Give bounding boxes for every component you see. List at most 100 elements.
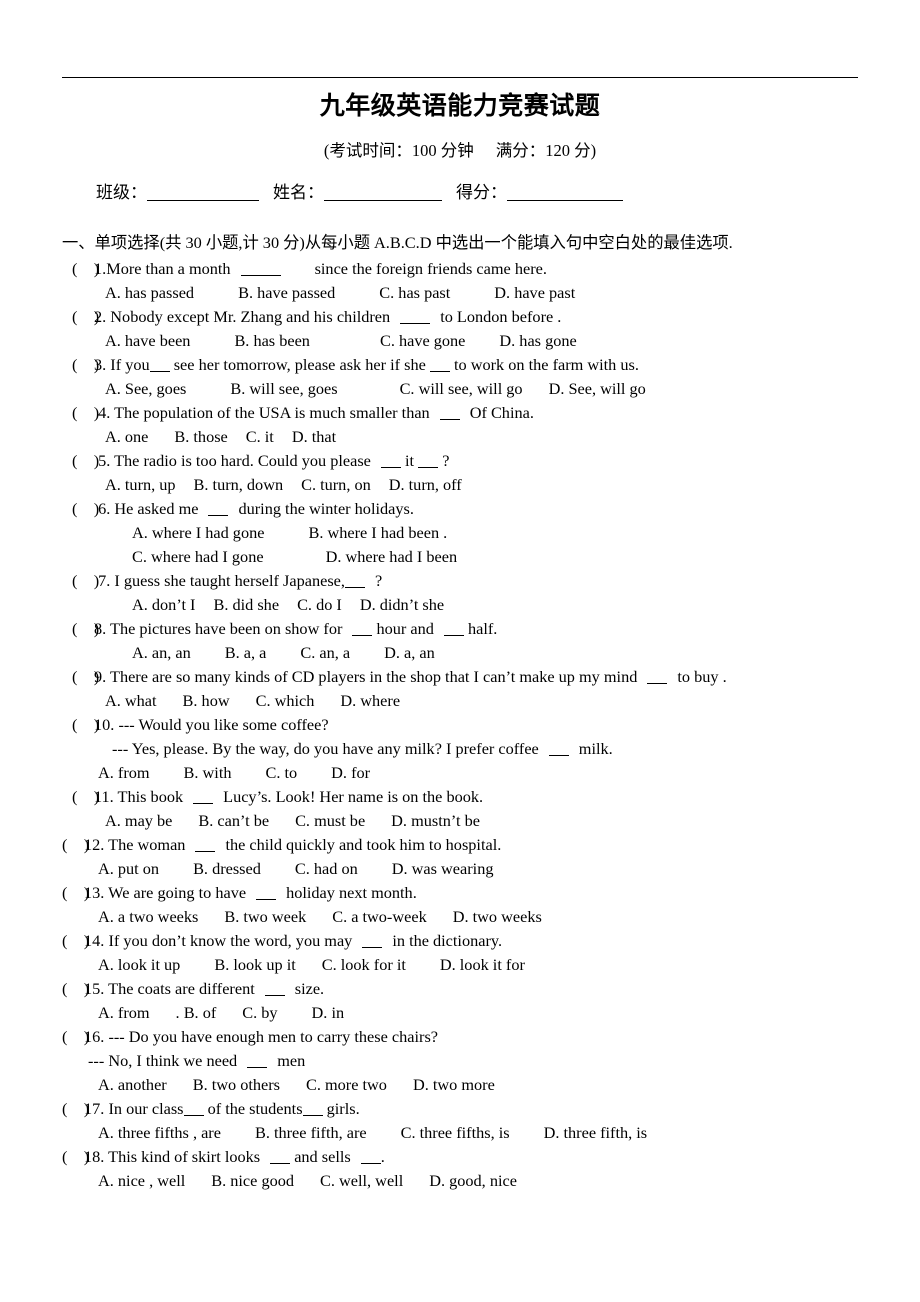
option-a[interactable]: A. may be <box>105 811 172 830</box>
answer-bracket[interactable]: ( ) <box>62 1097 89 1121</box>
option-d[interactable]: D. have past <box>494 283 575 302</box>
class-field-input[interactable] <box>147 184 259 202</box>
option-d[interactable]: D. three fifth, is <box>544 1123 648 1142</box>
option-b[interactable]: B. will see, goes <box>230 379 337 398</box>
option-d[interactable]: D. has gone <box>499 331 576 350</box>
option-a[interactable]: A. has passed <box>105 283 194 302</box>
answer-bracket[interactable]: ( ) <box>62 929 89 953</box>
option-b[interactable]: B. has been <box>234 331 310 350</box>
option-c[interactable]: C. had on <box>295 859 358 878</box>
answer-bracket[interactable]: ( ) <box>72 617 99 641</box>
option-c[interactable]: C. which <box>256 691 315 710</box>
option-a[interactable]: A. from <box>98 763 150 782</box>
option-d[interactable]: D. See, will go <box>549 379 646 398</box>
option-d[interactable]: D. two weeks <box>453 907 542 926</box>
option-b[interactable]: B. those <box>174 427 227 446</box>
answer-bracket[interactable]: ( ) <box>72 569 99 593</box>
option-b[interactable]: B. two others <box>193 1075 280 1094</box>
question-stem: ( )10. --- Would you like some coffee? <box>0 713 920 737</box>
option-d[interactable]: D. that <box>292 427 336 446</box>
option-a[interactable]: A. put on <box>98 859 159 878</box>
option-c[interactable]: C. well, well <box>320 1171 403 1190</box>
answer-bracket[interactable]: ( ) <box>72 713 99 737</box>
option-row: A. a two weeks B. two week C. a two-week D.… <box>0 905 920 929</box>
option-b[interactable]: B. how <box>183 691 230 710</box>
option-c[interactable]: C. must be <box>295 811 365 830</box>
option-b[interactable]: B. two week <box>224 907 306 926</box>
option-b[interactable]: B. did she <box>213 595 279 614</box>
score-field-input[interactable] <box>507 184 623 202</box>
answer-bracket[interactable]: ( ) <box>72 257 99 281</box>
option-c[interactable]: C. do I <box>297 595 342 614</box>
option-c[interactable]: C. it <box>246 427 274 446</box>
option-b[interactable]: B. nice good <box>211 1171 294 1190</box>
answer-bracket[interactable]: ( ) <box>72 401 99 425</box>
option-c[interactable]: C. will see, will go <box>400 379 523 398</box>
option-a[interactable]: A. an, an <box>132 643 191 662</box>
option-b[interactable]: B. with <box>184 763 232 782</box>
answer-bracket[interactable]: ( ) <box>72 449 99 473</box>
option-d[interactable]: D. in <box>312 1003 345 1022</box>
option-b[interactable]: B. turn, down <box>194 475 284 494</box>
name-field-input[interactable] <box>324 184 442 202</box>
option-b[interactable]: B. look up it <box>214 955 295 974</box>
option-b[interactable]: B. three fifth, are <box>255 1123 367 1142</box>
option-c[interactable]: C. has past <box>379 283 450 302</box>
option-a[interactable]: A. nice , well <box>98 1171 185 1190</box>
option-c[interactable]: C. more two <box>306 1075 387 1094</box>
answer-bracket[interactable]: ( ) <box>62 833 89 857</box>
option-a[interactable]: A. look it up <box>98 955 180 974</box>
option-a[interactable]: A. another <box>98 1075 167 1094</box>
option-d[interactable]: D. look it for <box>440 955 525 974</box>
answer-bracket[interactable]: ( ) <box>62 1025 89 1049</box>
option-a[interactable]: A. from <box>98 1003 150 1022</box>
option-d[interactable]: D. a, an <box>384 643 435 662</box>
option-a[interactable]: A. what <box>105 691 157 710</box>
answer-bracket[interactable]: ( ) <box>72 353 99 377</box>
option-d[interactable]: D. where had I been <box>326 547 458 566</box>
option-b[interactable]: . B. of <box>176 1003 217 1022</box>
option-d[interactable]: D. where <box>340 691 400 710</box>
option-a[interactable]: A. where I had gone <box>132 523 264 542</box>
option-c[interactable]: C. three fifths, is <box>401 1123 510 1142</box>
option-a[interactable]: A. three fifths , are <box>98 1123 221 1142</box>
answer-bracket[interactable]: ( ) <box>62 881 89 905</box>
option-c[interactable]: C. look for it <box>322 955 406 974</box>
option-a[interactable]: A. have been <box>105 331 190 350</box>
option-a[interactable]: A. See, goes <box>105 379 186 398</box>
answer-bracket[interactable]: ( ) <box>72 305 99 329</box>
option-d[interactable]: D. turn, off <box>389 475 462 494</box>
option-d[interactable]: D. didn’t she <box>360 595 444 614</box>
option-c[interactable]: C. turn, on <box>301 475 371 494</box>
option-a[interactable]: A. turn, up <box>105 475 176 494</box>
option-d[interactable]: D. mustn’t be <box>391 811 480 830</box>
question-stem: ( )3. If you see her tomorrow, please as… <box>0 353 920 377</box>
option-b[interactable]: B. a, a <box>225 643 267 662</box>
option-b[interactable]: B. where I had been . <box>308 523 447 542</box>
option-a[interactable]: A. a two weeks <box>98 907 198 926</box>
option-c[interactable]: C. to <box>266 763 298 782</box>
option-d[interactable]: D. good, nice <box>429 1171 517 1190</box>
answer-bracket[interactable]: ( ) <box>72 665 99 689</box>
option-d[interactable]: D. was wearing <box>392 859 494 878</box>
question-item-6: ( ) 6. He asked me during the winter holi… <box>0 497 920 569</box>
option-b[interactable]: B. have passed <box>238 283 335 302</box>
option-c[interactable]: C. where had I gone <box>132 547 264 566</box>
answer-bracket[interactable]: ( ) <box>62 1145 89 1169</box>
option-a[interactable]: A. don’t I <box>132 595 195 614</box>
option-c[interactable]: C. a two-week <box>332 907 427 926</box>
option-c[interactable]: C. have gone <box>380 331 465 350</box>
option-d[interactable]: D. two more <box>413 1075 495 1094</box>
option-b[interactable]: B. can’t be <box>198 811 269 830</box>
option-c[interactable]: C. an, a <box>300 643 350 662</box>
question-item-15: ( )15. The coats are different size. A. f… <box>0 977 920 1025</box>
option-b[interactable]: B. dressed <box>193 859 261 878</box>
answer-bracket[interactable]: ( ) <box>72 497 99 521</box>
option-a[interactable]: A. one <box>105 427 148 446</box>
option-row: A. look it up B. look up it C. look for it… <box>0 953 920 977</box>
option-d[interactable]: D. for <box>331 763 370 782</box>
answer-bracket[interactable]: ( ) <box>72 785 99 809</box>
answer-bracket[interactable]: ( ) <box>62 977 89 1001</box>
exam-total-score-text: 满分：120 分) <box>495 141 597 160</box>
option-c[interactable]: C. by <box>242 1003 277 1022</box>
